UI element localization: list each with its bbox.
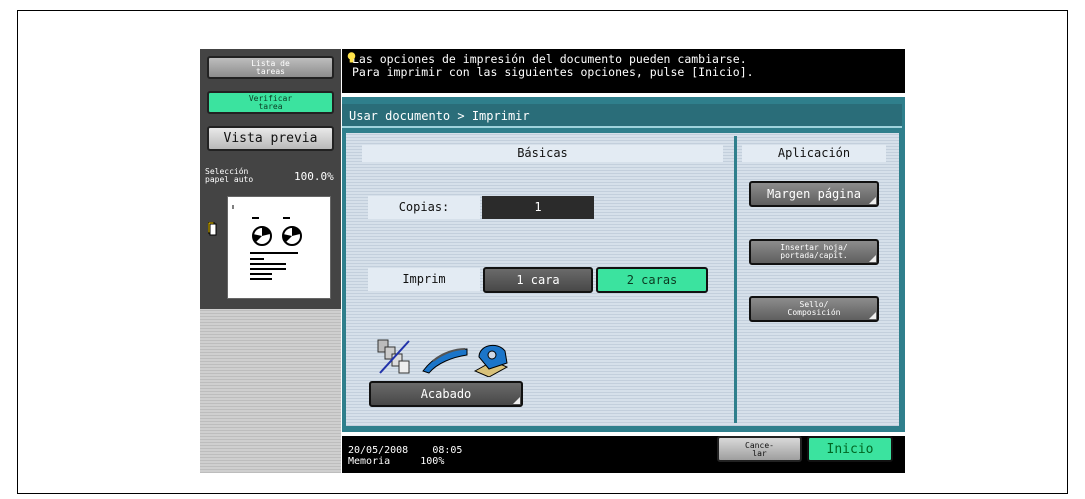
two-sided-button[interactable]: 2 caras [596, 267, 708, 293]
print-label: Imprim [368, 268, 480, 291]
time-value: 08:05 [432, 445, 463, 456]
paper-stack-icon [208, 222, 217, 236]
job-list-button[interactable]: Lista de tareas [207, 56, 334, 79]
finishing-button[interactable]: Acabado [369, 381, 523, 407]
info-message: Las opciones de impresión del documento … [342, 49, 905, 93]
finishing-icon [377, 339, 509, 377]
left-panel-empty [200, 309, 341, 473]
zoom-value: 100.0% [294, 170, 334, 183]
document-preview [227, 196, 331, 299]
memory-value: 100% [420, 456, 445, 467]
breadcrumb: Usar documento > Imprimir [342, 104, 902, 128]
start-button[interactable]: Inicio [807, 436, 893, 462]
stamp-composition-button[interactable]: Sello/ Composición [749, 296, 879, 322]
preview-button[interactable]: Vista previa [207, 126, 334, 151]
memory-label: Memoria [348, 456, 391, 467]
paper-select-label: Selección papel auto [205, 167, 254, 184]
insert-sheet-button[interactable]: Insertar hoja/ portada/capít. [749, 239, 879, 265]
section-divider [734, 136, 737, 423]
left-panel: Lista de tareas Verificar tarea Vista pr… [200, 49, 341, 473]
status-datetime: 20/05/2008 08:05 Memoria 100% [348, 445, 462, 467]
copies-label: Copias: [368, 196, 480, 219]
lightbulb-icon [347, 52, 356, 63]
tab-basic[interactable]: Básicas [362, 145, 723, 162]
cancel-button[interactable]: Cance- lar [717, 436, 802, 462]
one-sided-button[interactable]: 1 cara [483, 267, 593, 293]
cancel-label: Cance- lar [745, 441, 774, 458]
info-message-text: Las opciones de impresión del documento … [352, 52, 754, 79]
copies-value[interactable]: 1 [482, 196, 594, 219]
date-value: 20/05/2008 [348, 445, 409, 456]
page-margin-button[interactable]: Margen página [749, 181, 879, 207]
check-job-button[interactable]: Verificar tarea [207, 91, 334, 114]
tab-application[interactable]: Aplicación [742, 145, 886, 162]
document-thumbnail-icon [232, 205, 302, 280]
